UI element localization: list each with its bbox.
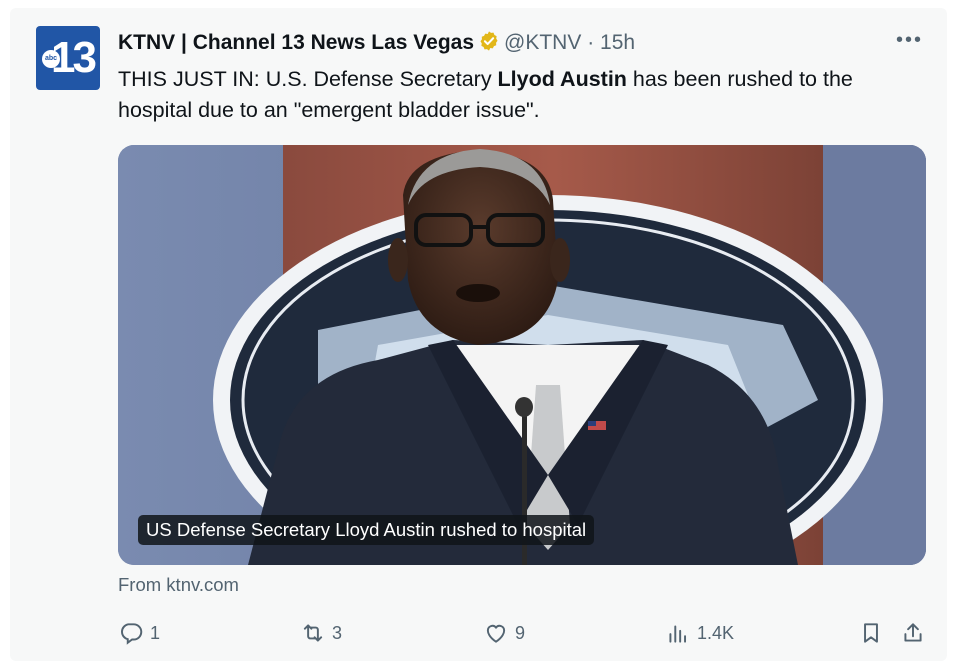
like-button[interactable]: 9 [483,620,525,646]
bookmark-button[interactable] [858,620,884,646]
timestamp[interactable]: 15h [600,31,635,54]
channel-number-logo: 13 [51,33,97,82]
tweet-text-part1: THIS JUST IN: U.S. Defense Secretary [118,67,498,91]
share-icon [904,623,922,642]
dot-separator: · [587,31,595,54]
reply-count: 1 [150,623,161,643]
reply-button[interactable]: 1 [118,620,160,646]
views-count: 1.4K [697,623,735,643]
views-button[interactable]: 1.4K [665,620,734,646]
press-conference-photo: N [118,145,926,565]
link-card-image[interactable]: N US Defense Secretary Lloyd Austin rush… [118,145,926,565]
like-count: 9 [515,623,526,643]
tweet-header: KTNV | Channel 13 News Las Vegas @KTNV ·… [118,30,635,56]
retweet-icon [303,624,323,642]
more-options-icon[interactable]: ••• [896,30,923,50]
reply-icon [121,623,143,645]
retweet-button[interactable]: 3 [300,620,342,646]
retweet-count: 3 [332,623,343,643]
heart-icon [486,624,506,643]
handle[interactable]: @KTNV [504,31,581,54]
tweet-text: THIS JUST IN: U.S. Defense Secretary Lly… [118,64,928,126]
tweet-card[interactable]: abc 13 KTNV | Channel 13 News Las Vegas … [10,8,947,661]
avatar[interactable]: abc 13 [36,26,100,90]
action-bar: 1 3 9 1.4K [118,620,928,650]
link-source[interactable]: From ktnv.com [118,574,239,596]
analytics-icon [669,625,687,643]
verified-badge-icon [480,31,498,51]
link-card-caption: US Defense Secretary Lloyd Austin rushed… [138,515,595,545]
share-button[interactable] [900,620,926,646]
bookmark-icon [864,623,878,643]
tweet-text-bold: Llyod Austin [497,67,627,91]
display-name[interactable]: KTNV | Channel 13 News Las Vegas [118,31,474,54]
